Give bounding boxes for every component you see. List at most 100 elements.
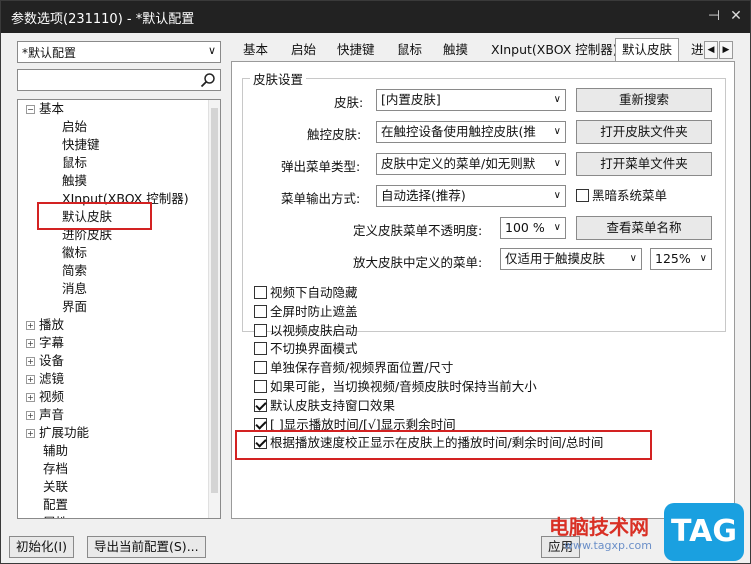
search-icon[interactable] — [200, 72, 216, 88]
tree-item[interactable]: − 基本 — [26, 100, 64, 118]
zoom-menu-select[interactable]: 仅适用于触摸皮肤 ∨ — [500, 248, 642, 270]
tree-item[interactable]: + 播放 — [26, 316, 64, 334]
export-config-button[interactable]: 导出当前配置(S)... — [87, 536, 206, 558]
checkbox-box[interactable] — [254, 286, 267, 299]
tree-item-label: 配置 — [43, 497, 69, 512]
view-menu-name-button[interactable]: 查看菜单名称 — [576, 216, 712, 240]
tab[interactable]: 快捷键 — [331, 39, 381, 61]
tree-scrollbar[interactable] — [208, 100, 220, 518]
option-checkbox[interactable]: 默认皮肤支持窗口效果 — [254, 397, 395, 415]
menu-output-select[interactable]: 自动选择(推荐) ∨ — [376, 185, 566, 207]
tab-scroll-right-icon[interactable]: ▶ — [719, 41, 733, 59]
tree-item-label: 消息 — [62, 281, 88, 296]
tree-item[interactable]: + 字幕 — [26, 334, 64, 352]
dark-system-menu-checkbox[interactable]: 黑暗系统菜单 — [576, 187, 667, 205]
title-bar: 参数选项(231110) - *默认配置 ⊣ ✕ — [1, 1, 750, 33]
expand-icon[interactable]: + — [26, 429, 35, 438]
checkbox-box[interactable] — [254, 380, 267, 393]
touch-skin-select[interactable]: 在触控设备使用触控皮肤(推 ∨ — [376, 121, 566, 143]
tree-item-label: 简索 — [62, 263, 88, 278]
checkbox-box[interactable] — [254, 361, 267, 375]
collapse-icon[interactable]: − — [26, 105, 35, 114]
close-icon[interactable]: ✕ — [727, 7, 745, 25]
tab[interactable]: 鼠标 — [391, 39, 428, 61]
chevron-down-icon: ∨ — [553, 94, 561, 105]
research-button[interactable]: 重新搜索 — [576, 88, 712, 112]
tree-item-label: 界面 — [62, 299, 88, 314]
checkbox-box[interactable] — [254, 304, 267, 318]
popup-menu-type-select[interactable]: 皮肤中定义的菜单/如无则默 ∨ — [376, 153, 566, 175]
tree-item-label: 徽标 — [62, 245, 88, 260]
highlight-box — [37, 202, 152, 230]
option-checkbox[interactable]: 不切换界面模式 — [254, 340, 358, 358]
skin-select-value: [内置皮肤] — [381, 92, 441, 107]
tree-item[interactable]: 触摸 — [62, 172, 87, 190]
tree-item[interactable]: + 扩展功能 — [26, 424, 89, 442]
tab[interactable]: 触摸 — [437, 39, 474, 61]
pin-icon[interactable]: ⊣ — [705, 7, 723, 25]
preset-select[interactable]: *默认配置 ∨ — [17, 41, 221, 63]
open-skin-folder-button[interactable]: 打开皮肤文件夹 — [576, 120, 712, 144]
checkbox-box[interactable] — [254, 323, 267, 337]
touch-skin-label: 触控皮肤: — [307, 127, 362, 142]
settings-search-input[interactable] — [17, 69, 221, 91]
option-checkbox[interactable]: 单独保存音频/视频界面位置/尺寸 — [254, 359, 453, 377]
tree-item[interactable]: 存档 — [26, 460, 68, 478]
option-label: 全屏时防止遮盖 — [270, 303, 358, 319]
popup-menu-type-label: 弹出菜单类型: — [281, 159, 361, 174]
tree-item-label: 辅助 — [43, 443, 69, 458]
expand-icon[interactable]: + — [26, 321, 35, 330]
option-checkbox[interactable]: 以视频皮肤启动 — [254, 322, 358, 340]
tree-item[interactable]: + 声音 — [26, 406, 64, 424]
tab[interactable]: XInput(XBOX 控制器) — [485, 39, 624, 61]
option-checkbox[interactable]: 如果可能，当切换视频/音频皮肤时保持当前大小 — [254, 378, 537, 396]
zoom-level-select[interactable]: 125% ∨ — [650, 248, 712, 270]
menu-output-label: 菜单输出方式: — [281, 191, 361, 206]
checkbox-box[interactable] — [576, 189, 589, 202]
tree-item-label: 鼠标 — [62, 155, 88, 170]
expand-icon[interactable]: + — [26, 375, 35, 384]
menu-output-value: 自动选择(推荐) — [381, 188, 466, 203]
tree-item[interactable]: 界面 — [62, 298, 87, 316]
tree-item[interactable]: 启始 — [62, 118, 87, 136]
zoom-menu-label: 放大皮肤中定义的菜单: — [353, 255, 483, 270]
tree-item[interactable]: 快捷键 — [62, 136, 100, 154]
tree-item[interactable]: 徽标 — [62, 244, 87, 262]
tree-item[interactable]: 属性 — [26, 514, 68, 518]
checkbox-box[interactable] — [254, 417, 267, 431]
menu-opacity-value: 100 % — [505, 220, 545, 235]
tree-item[interactable]: + 滤镜 — [26, 370, 64, 388]
option-checkbox[interactable]: 视频下自动隐藏 — [254, 284, 358, 302]
tab-scroll-left-icon[interactable]: ◀ — [704, 41, 718, 59]
tree-item[interactable]: 消息 — [62, 280, 87, 298]
tree-item[interactable]: 简索 — [62, 262, 87, 280]
settings-tree[interactable]: − 基本 启始 快捷键 鼠标 触摸 XInput(XBOX 控制器) 默认皮肤 进阶皮肤 徽标 简索… — [17, 99, 221, 519]
expand-icon[interactable]: + — [26, 393, 35, 402]
checkbox-box[interactable] — [254, 342, 267, 356]
open-menu-folder-button[interactable]: 打开菜单文件夹 — [576, 152, 712, 176]
chevron-down-icon: ∨ — [553, 158, 561, 169]
tab[interactable]: 启始 — [285, 39, 322, 61]
tag-logo: TAG — [664, 503, 744, 561]
expand-icon[interactable]: + — [26, 357, 35, 366]
tree-item[interactable]: 辅助 — [26, 442, 68, 460]
watermark-site-name: 电脑技术网 — [549, 515, 649, 539]
tab-strip: 基本 启始 快捷键 鼠标 触摸 XInput(XBOX 控制器) 默认皮肤进 — [231, 38, 731, 62]
init-button[interactable]: 初始化(I) — [9, 536, 74, 558]
tree-scroll-thumb[interactable] — [211, 108, 218, 493]
tree-item[interactable]: 鼠标 — [62, 154, 87, 172]
tree-item[interactable]: + 视频 — [26, 388, 64, 406]
skin-settings-group-title: 皮肤设置 — [250, 69, 307, 88]
checkbox-box[interactable] — [254, 398, 267, 412]
tree-item[interactable]: 关联 — [26, 478, 68, 496]
tree-item[interactable]: 配置 — [26, 496, 68, 514]
tab[interactable]: 基本 — [237, 39, 274, 61]
tab[interactable]: 默认皮肤 — [615, 38, 680, 62]
tree-item[interactable]: + 设备 — [26, 352, 64, 370]
menu-opacity-select[interactable]: 100 % ∨ — [500, 217, 566, 239]
expand-icon[interactable]: + — [26, 411, 35, 420]
option-checkbox[interactable]: 全屏时防止遮盖 — [254, 303, 358, 321]
tree-item-label: 基本 — [39, 101, 65, 116]
expand-icon[interactable]: + — [26, 339, 35, 348]
skin-select[interactable]: [内置皮肤] ∨ — [376, 89, 566, 111]
